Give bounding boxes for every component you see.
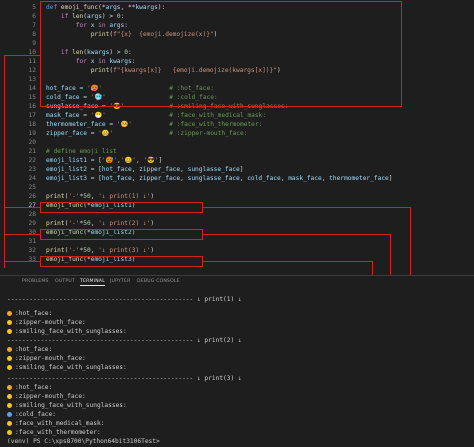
emoji-icon — [7, 319, 12, 325]
terminal-line: :cold_face: — [7, 410, 56, 419]
code-text: emoji_list3 = [hot_face, zipper_face, su… — [46, 175, 393, 182]
emoji-icon — [7, 393, 12, 399]
terminal-line: (venv) PS C:\xps8700\Python64bit3106Test… — [7, 438, 164, 445]
tab-output[interactable]: OUTPUT — [55, 279, 75, 284]
emoji-icon — [7, 328, 12, 334]
terminal-line: :zipper-mouth_face: — [7, 318, 86, 327]
line-number: 9 — [32, 40, 36, 47]
emoji-icon — [7, 364, 12, 370]
emoji-icon — [7, 429, 12, 435]
emoji-icon — [7, 310, 12, 316]
terminal-line: :smiling_face_with_sunglasses: — [7, 363, 127, 372]
line-number: 15 — [28, 94, 36, 101]
line-number: 8 — [32, 31, 36, 38]
terminal-line: :face_with_medical_mask: — [7, 419, 104, 428]
tab-problems[interactable]: PROBLEMS — [22, 279, 49, 284]
code-text: print('-'*50, '↓ print(2) ↓') — [46, 220, 155, 227]
line-number: 18 — [28, 121, 36, 128]
code-text: mask_face = '😷' # :face_with_medical_mas… — [46, 112, 267, 119]
line-number: 28 — [28, 211, 36, 218]
terminal-line: :zipper-mouth_face: — [7, 354, 86, 363]
emoji-icon — [7, 346, 12, 352]
code-text: emoji_list1 = ['🥵','🤐', '😎'] — [46, 157, 163, 164]
emoji-icon — [7, 420, 12, 426]
bottom-panel: PROBLEMS OUTPUT TERMINAL JUPYTER DEBUG C… — [0, 275, 474, 447]
line-number: 7 — [32, 22, 36, 29]
line-number: 11 — [28, 58, 36, 65]
code-text: thermometer_face = '🤒' # :face_with_ther… — [46, 121, 263, 128]
terminal-line: :face_with_thermometer: — [7, 428, 101, 437]
line-number: 16 — [28, 103, 36, 110]
call2-highlight-box — [40, 229, 203, 240]
line-number: 5 — [32, 4, 36, 11]
line-number: 17 — [28, 112, 36, 119]
tab-jupyter[interactable]: JUPYTER — [110, 279, 131, 284]
line-number: 23 — [28, 166, 36, 173]
terminal-line: :zipper-mouth_face: — [7, 392, 86, 401]
terminal-line: :smiling_face_with_sunglasses: — [7, 327, 127, 336]
tab-debug-console[interactable]: DEBUG CONSOLE — [137, 279, 180, 284]
line-number: 13 — [28, 76, 36, 83]
line-number: 31 — [28, 238, 36, 245]
line-number: 26 — [28, 193, 36, 200]
terminal-line: :hot_face: — [7, 345, 52, 354]
line-number: 21 — [28, 148, 36, 155]
line-number: 24 — [28, 175, 36, 182]
code-text: print('-'*50, '↓ print(3) ↓') — [46, 247, 155, 254]
panel-tabs: PROBLEMS OUTPUT TERMINAL JUPYTER DEBUG C… — [0, 279, 474, 291]
code-text: # define emoji list — [46, 148, 117, 155]
line-number: 22 — [28, 157, 36, 164]
line-number: 29 — [28, 220, 36, 227]
emoji-icon — [7, 355, 12, 361]
line-number: 20 — [28, 139, 36, 146]
line-number: 27 — [28, 202, 36, 209]
line-number: 14 — [28, 85, 36, 92]
code-text: zipper_face = '🤐' # :zipper-mouth_face: — [46, 130, 248, 137]
code-text: emoji_list2 = [hot_face, zipper_face, su… — [46, 166, 244, 173]
line-number: 12 — [28, 67, 36, 74]
line-number: 33 — [28, 256, 36, 263]
line-number: 19 — [28, 130, 36, 137]
emoji-icon — [7, 402, 12, 408]
terminal-line: :smiling_face_with_sunglasses: — [7, 401, 127, 410]
tab-terminal[interactable]: TERMINAL — [80, 279, 105, 286]
terminal-line: :hot_face: — [7, 309, 52, 318]
line-number: 32 — [28, 247, 36, 254]
emoji-icon — [7, 411, 12, 417]
emoji-icon — [7, 384, 12, 390]
call1-highlight-box — [40, 202, 203, 213]
function-highlight-box — [40, 1, 402, 107]
terminal-line: ----------------------------------------… — [7, 337, 242, 344]
terminal-line: :hot_face: — [7, 383, 52, 392]
code-text: print('-'*50, '↓ print(1) ↓') — [46, 193, 155, 200]
line-number: 25 — [28, 184, 36, 191]
terminal-line: ----------------------------------------… — [7, 296, 242, 303]
call3-highlight-box — [40, 256, 203, 267]
line-number: 6 — [32, 13, 36, 20]
line-number: 30 — [28, 229, 36, 236]
terminal-line: ----------------------------------------… — [7, 375, 242, 382]
